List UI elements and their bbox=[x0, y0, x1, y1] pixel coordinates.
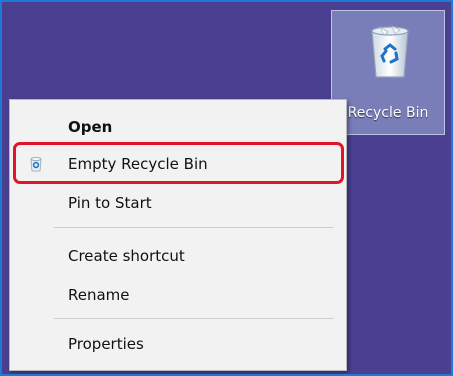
desktop: Recycle Bin Open Empty Recycle Bin Pin t… bbox=[0, 0, 453, 376]
menu-item-label: Create shortcut bbox=[68, 247, 185, 265]
menu-separator bbox=[54, 318, 334, 319]
desktop-icon-label: Recycle Bin bbox=[347, 105, 429, 121]
menu-item-empty-recycle-bin[interactable]: Empty Recycle Bin bbox=[10, 145, 346, 183]
menu-item-properties[interactable]: Properties bbox=[10, 325, 346, 363]
menu-item-label: Empty Recycle Bin bbox=[68, 155, 208, 173]
menu-item-rename[interactable]: Rename bbox=[10, 276, 346, 314]
menu-item-create-shortcut[interactable]: Create shortcut bbox=[10, 237, 346, 275]
recycle-bin-desktop-icon[interactable]: Recycle Bin bbox=[331, 10, 445, 135]
menu-item-label: Open bbox=[68, 118, 113, 136]
recycle-bin-icon bbox=[371, 25, 409, 78]
menu-item-pin-to-start[interactable]: Pin to Start bbox=[10, 184, 346, 222]
menu-separator bbox=[54, 227, 334, 228]
menu-item-label: Rename bbox=[68, 286, 130, 304]
menu-item-label: Pin to Start bbox=[68, 194, 152, 212]
menu-item-label: Properties bbox=[68, 335, 144, 353]
menu-item-open[interactable]: Open bbox=[10, 108, 346, 146]
recycle-bin-small-icon bbox=[30, 157, 42, 172]
context-menu: Open Empty Recycle Bin Pin to Start Crea… bbox=[9, 99, 347, 371]
